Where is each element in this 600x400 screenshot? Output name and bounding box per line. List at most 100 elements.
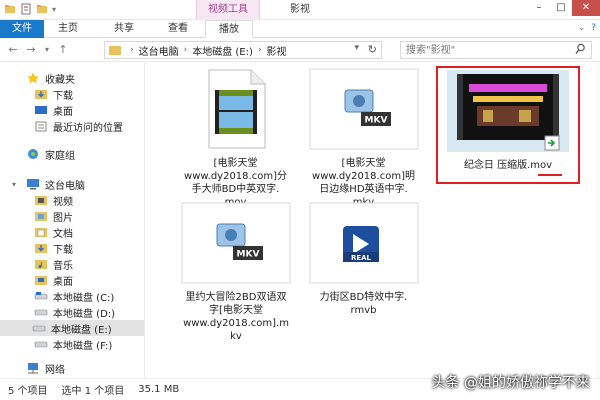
breadcrumb-this-pc[interactable]: 这台电脑 bbox=[139, 43, 179, 58]
breadcrumb-drive-e[interactable]: 本地磁盘 (E:) bbox=[192, 43, 253, 58]
file-name-line: 手大师BD中英双字. bbox=[191, 184, 280, 195]
recent-places-icon bbox=[35, 121, 47, 132]
mkv-file-icon: MKV bbox=[181, 202, 291, 284]
breadcrumb-separator-icon[interactable]: › bbox=[258, 45, 262, 55]
svg-text:MKV: MKV bbox=[364, 116, 387, 126]
selection-size: 35.1 MB bbox=[138, 384, 180, 395]
refresh-icon[interactable]: ↻ bbox=[368, 43, 377, 56]
sidebar-item-label: 家庭组 bbox=[45, 150, 75, 162]
sidebar-item-favorites[interactable]: 收藏夹 bbox=[26, 70, 75, 86]
search-input[interactable] bbox=[400, 41, 592, 59]
sidebar-item-drive-f[interactable]: 本地磁盘 (F:) bbox=[34, 336, 112, 352]
video-thumbnail-icon bbox=[447, 70, 569, 152]
file-list: [电影天堂 www.dy2018.com]分 手大师BD中英双字. mov MK… bbox=[146, 62, 596, 378]
file-name: 里约大冒险2BD双语双 字[电影天堂 www.dy2018.com].m kv bbox=[172, 291, 300, 343]
breadcrumb-videos-folder[interactable]: 影视 bbox=[267, 43, 287, 58]
expand-ribbon-icon[interactable]: ⌄ bbox=[578, 23, 586, 33]
sidebar-item-downloads[interactable]: 下载 bbox=[34, 86, 73, 102]
file-name-line: 日边缘HD英语中字. bbox=[319, 184, 408, 195]
scrollbar[interactable] bbox=[596, 62, 600, 378]
file-name-line: 力街区BD特效中字. bbox=[319, 292, 408, 303]
breadcrumb-separator-icon[interactable]: › bbox=[130, 45, 134, 55]
sidebar-item-label: 文档 bbox=[53, 228, 73, 240]
file-item[interactable]: MKV 里约大冒险2BD双语双 字[电影天堂 www.dy2018.com].m… bbox=[172, 202, 300, 343]
watermark: 头条 @姐的娇傲祢学不来 bbox=[431, 375, 590, 391]
sidebar-item-label: 下载 bbox=[53, 244, 73, 256]
sidebar-item-music[interactable]: 音乐 bbox=[34, 256, 73, 272]
tab-home[interactable]: 主页 bbox=[48, 20, 88, 38]
customize-qat-icon[interactable]: ▾ bbox=[52, 5, 56, 14]
sidebar-item-downloads[interactable]: 下载 bbox=[34, 240, 73, 256]
tab-play[interactable]: 播放 bbox=[205, 20, 253, 38]
tab-file[interactable]: 文件 bbox=[0, 20, 44, 38]
search-icon[interactable] bbox=[575, 43, 585, 55]
quick-access-toolbar: ▾ bbox=[4, 3, 56, 15]
sidebar-item-label: 最近访问的位置 bbox=[53, 122, 123, 134]
back-arrow-icon[interactable]: ← bbox=[6, 42, 20, 58]
folder-icon[interactable] bbox=[4, 3, 16, 15]
recent-locations-chevron-icon[interactable]: ▾ bbox=[40, 42, 54, 58]
file-name-line: 里约大冒险2BD双语双 bbox=[185, 292, 287, 303]
sidebar-item-label: 本地磁盘 (C:) bbox=[53, 292, 115, 304]
drive-icon bbox=[34, 341, 48, 348]
up-arrow-icon[interactable]: ↑ bbox=[56, 42, 70, 58]
sidebar-item-drive-e[interactable]: 本地磁盘 (E:) bbox=[0, 320, 144, 336]
sidebar-item-network[interactable]: 网络 bbox=[26, 360, 65, 376]
sidebar-item-label: 音乐 bbox=[53, 260, 73, 272]
file-item[interactable]: REAL 力街区BD特效中字. rmvb bbox=[306, 202, 421, 317]
download-folder-icon bbox=[35, 244, 47, 253]
item-count: 5 个项目 bbox=[8, 386, 48, 397]
forward-arrow-icon[interactable]: → bbox=[24, 42, 38, 58]
window-title: 影视 bbox=[290, 4, 310, 15]
sidebar-item-label: 桌面 bbox=[53, 276, 73, 288]
file-item[interactable]: MKV [电影天堂 www.dy2018.com]明 日边缘HD英语中字. mk… bbox=[306, 68, 421, 209]
sidebar-item-label: 这台电脑 bbox=[45, 180, 85, 192]
breadcrumb-separator-icon[interactable]: › bbox=[184, 45, 188, 55]
tab-share[interactable]: 共享 bbox=[104, 20, 144, 38]
file-name-line: rmvb bbox=[350, 305, 377, 316]
sidebar-item-homegroup[interactable]: 家庭组 bbox=[26, 146, 75, 162]
sidebar-item-drive-c[interactable]: 本地磁盘 (C:) bbox=[34, 288, 114, 304]
help-icon[interactable]: ? bbox=[591, 23, 596, 33]
ribbon-tabs: 文件 主页 共享 查看 播放 ⌄ ? bbox=[0, 20, 600, 38]
file-name-line: www.dy2018.com]明 bbox=[312, 171, 415, 182]
close-button[interactable]: ✕ bbox=[572, 0, 600, 16]
mov-file-icon bbox=[208, 69, 265, 149]
tab-view[interactable]: 查看 bbox=[158, 20, 198, 38]
sidebar-item-pictures[interactable]: 图片 bbox=[34, 208, 73, 224]
sidebar-item-desktop[interactable]: 桌面 bbox=[34, 102, 73, 118]
file-item[interactable]: [电影天堂 www.dy2018.com]分 手大师BD中英双字. mov bbox=[178, 68, 293, 209]
address-bar[interactable]: › 这台电脑 › 本地磁盘 (E:) › 影视 ▾ ↻ bbox=[104, 41, 382, 59]
sidebar-item-label: 桌面 bbox=[53, 106, 73, 118]
folder-icon bbox=[109, 45, 121, 55]
file-item-selected[interactable]: 纪念日 压缩版.mov bbox=[436, 66, 580, 184]
properties-icon[interactable] bbox=[20, 3, 32, 15]
sidebar-item-videos[interactable]: 视频 bbox=[34, 192, 73, 208]
sidebar-item-label: 本地磁盘 (E:) bbox=[51, 324, 112, 336]
file-name-line: [电影天堂 bbox=[213, 158, 258, 169]
minimize-button[interactable]: – bbox=[528, 0, 550, 16]
sidebar-item-this-pc[interactable]: ▾ 这台电脑 bbox=[12, 176, 85, 192]
maximize-button[interactable]: □ bbox=[550, 0, 572, 16]
music-folder-icon bbox=[35, 260, 47, 269]
svg-text:MKV: MKV bbox=[237, 250, 260, 260]
file-name-line: 字[电影天堂 bbox=[209, 305, 263, 316]
address-dropdown-icon[interactable]: ▾ bbox=[354, 43, 359, 53]
real-file-icon: REAL bbox=[309, 202, 418, 284]
sidebar-item-label: 网络 bbox=[45, 364, 65, 376]
desktop-icon bbox=[35, 106, 47, 114]
homegroup-icon bbox=[28, 149, 38, 159]
sidebar-item-documents[interactable]: 文档 bbox=[34, 224, 73, 240]
sidebar-item-drive-d[interactable]: 本地磁盘 (D:) bbox=[34, 304, 115, 320]
expand-chevron-icon[interactable]: ▾ bbox=[12, 180, 16, 189]
computer-icon bbox=[27, 179, 39, 190]
sidebar-item-label: 视频 bbox=[53, 196, 73, 208]
documents-folder-icon bbox=[35, 228, 47, 237]
video-tools-context-tab: 视频工具 bbox=[196, 0, 260, 20]
file-name-line: www.dy2018.com].m bbox=[183, 318, 289, 329]
sidebar-item-recent-places[interactable]: 最近访问的位置 bbox=[34, 118, 123, 134]
sidebar-item-label: 收藏夹 bbox=[45, 74, 75, 86]
sidebar-item-desktop[interactable]: 桌面 bbox=[34, 272, 73, 288]
new-folder-icon[interactable] bbox=[36, 3, 48, 15]
drive-icon bbox=[34, 292, 48, 300]
